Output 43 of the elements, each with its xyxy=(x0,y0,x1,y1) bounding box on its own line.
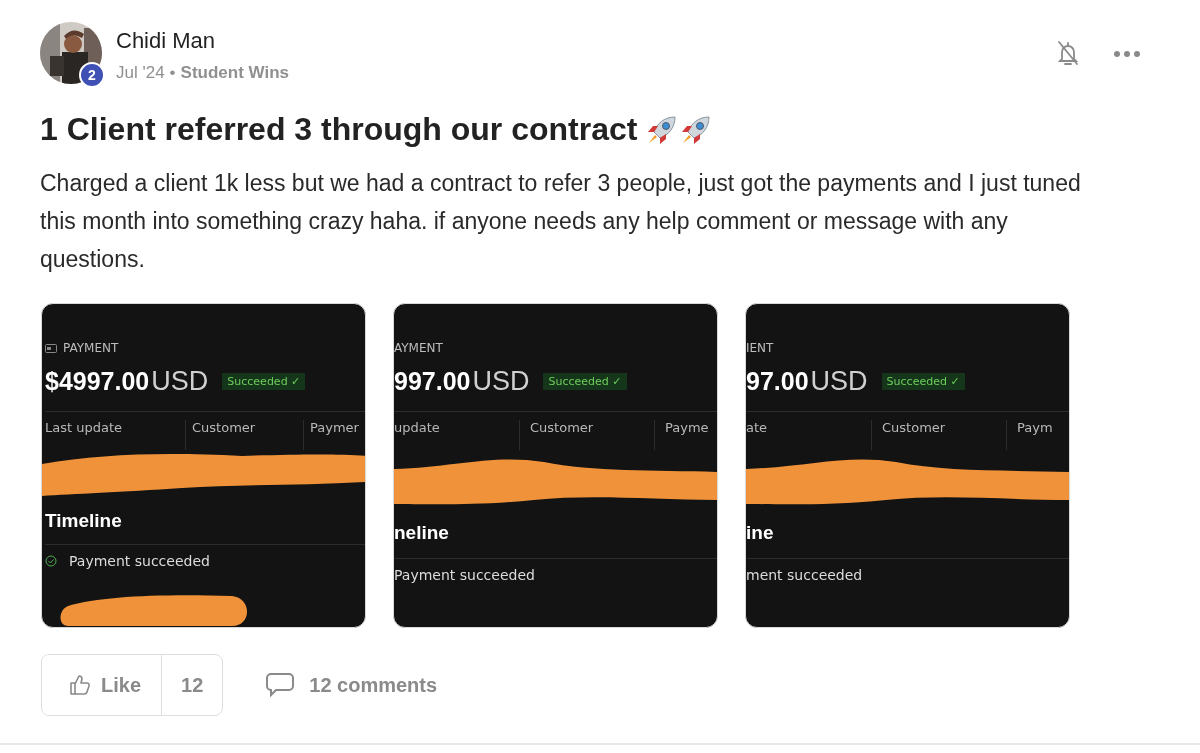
level-badge: 2 xyxy=(79,62,105,88)
section-label: PAYMENT xyxy=(63,341,119,355)
timeline-event: Payment succeeded xyxy=(394,567,535,583)
section-heading: neline xyxy=(394,522,450,544)
check-circle-icon xyxy=(45,555,57,567)
column-header: ate xyxy=(746,420,769,437)
amount: 97.00 xyxy=(746,367,809,396)
status-badge: Succeeded ✓ xyxy=(543,373,627,390)
card-icon xyxy=(45,343,57,353)
column-header: Paym xyxy=(1006,420,1069,450)
column-header: update xyxy=(394,420,441,437)
status-badge: Succeeded ✓ xyxy=(881,373,965,390)
currency: USD xyxy=(810,366,868,397)
section-label: AYMENT xyxy=(394,341,443,355)
separator-dot: • xyxy=(169,63,176,83)
column-header: Last update xyxy=(45,420,124,437)
post-date: Jul '24 xyxy=(116,63,165,83)
post-body: Charged a client 1k less but we had a contract to refer 3 people, just got the payments and I just tuned this month into something crazy haha. if anyone needs any help comment or message with any questions. xyxy=(40,169,1082,274)
amount: 997.00 xyxy=(394,367,471,396)
timeline-event: Payment succeeded xyxy=(69,553,210,569)
payment-screenshot[interactable]: PAYMENT $4997.00USD Succeeded ✓ Last update Customer Paymer Timeline Payment succeeded xyxy=(41,303,366,628)
column-header: Paymer xyxy=(303,420,365,450)
author-name[interactable]: Chidi Man xyxy=(116,28,289,54)
column-header: Customer xyxy=(519,420,654,450)
column-header: Customer xyxy=(185,420,303,450)
amount: $4997.00 xyxy=(45,367,150,396)
post-title: 1 Client referred 3 through our contract xyxy=(40,111,638,148)
column-header: Customer xyxy=(871,420,1006,450)
payment-screenshot[interactable]: AYMENT 997.00USD Succeeded ✓ update Customer Payme neline Payment succeeded xyxy=(393,303,718,628)
thumbs-up-icon xyxy=(68,673,92,697)
status-badge: Succeeded ✓ xyxy=(222,373,306,390)
currency: USD xyxy=(151,366,209,397)
column-header: Payme xyxy=(654,420,717,450)
section-heading: Timeline xyxy=(45,510,123,532)
like-count: 12 xyxy=(161,655,223,715)
currency: USD xyxy=(472,366,530,397)
more-icon[interactable] xyxy=(1114,51,1140,57)
section-heading: ine xyxy=(746,522,775,544)
timeline-event: ment succeeded xyxy=(746,567,863,583)
payment-screenshot[interactable]: IENT 97.00USD Succeeded ✓ ate Customer Paym ine ment succeeded xyxy=(745,303,1070,628)
comment-icon[interactable] xyxy=(265,672,296,698)
section-label: IENT xyxy=(746,341,774,355)
bell-off-icon[interactable] xyxy=(1056,40,1080,68)
